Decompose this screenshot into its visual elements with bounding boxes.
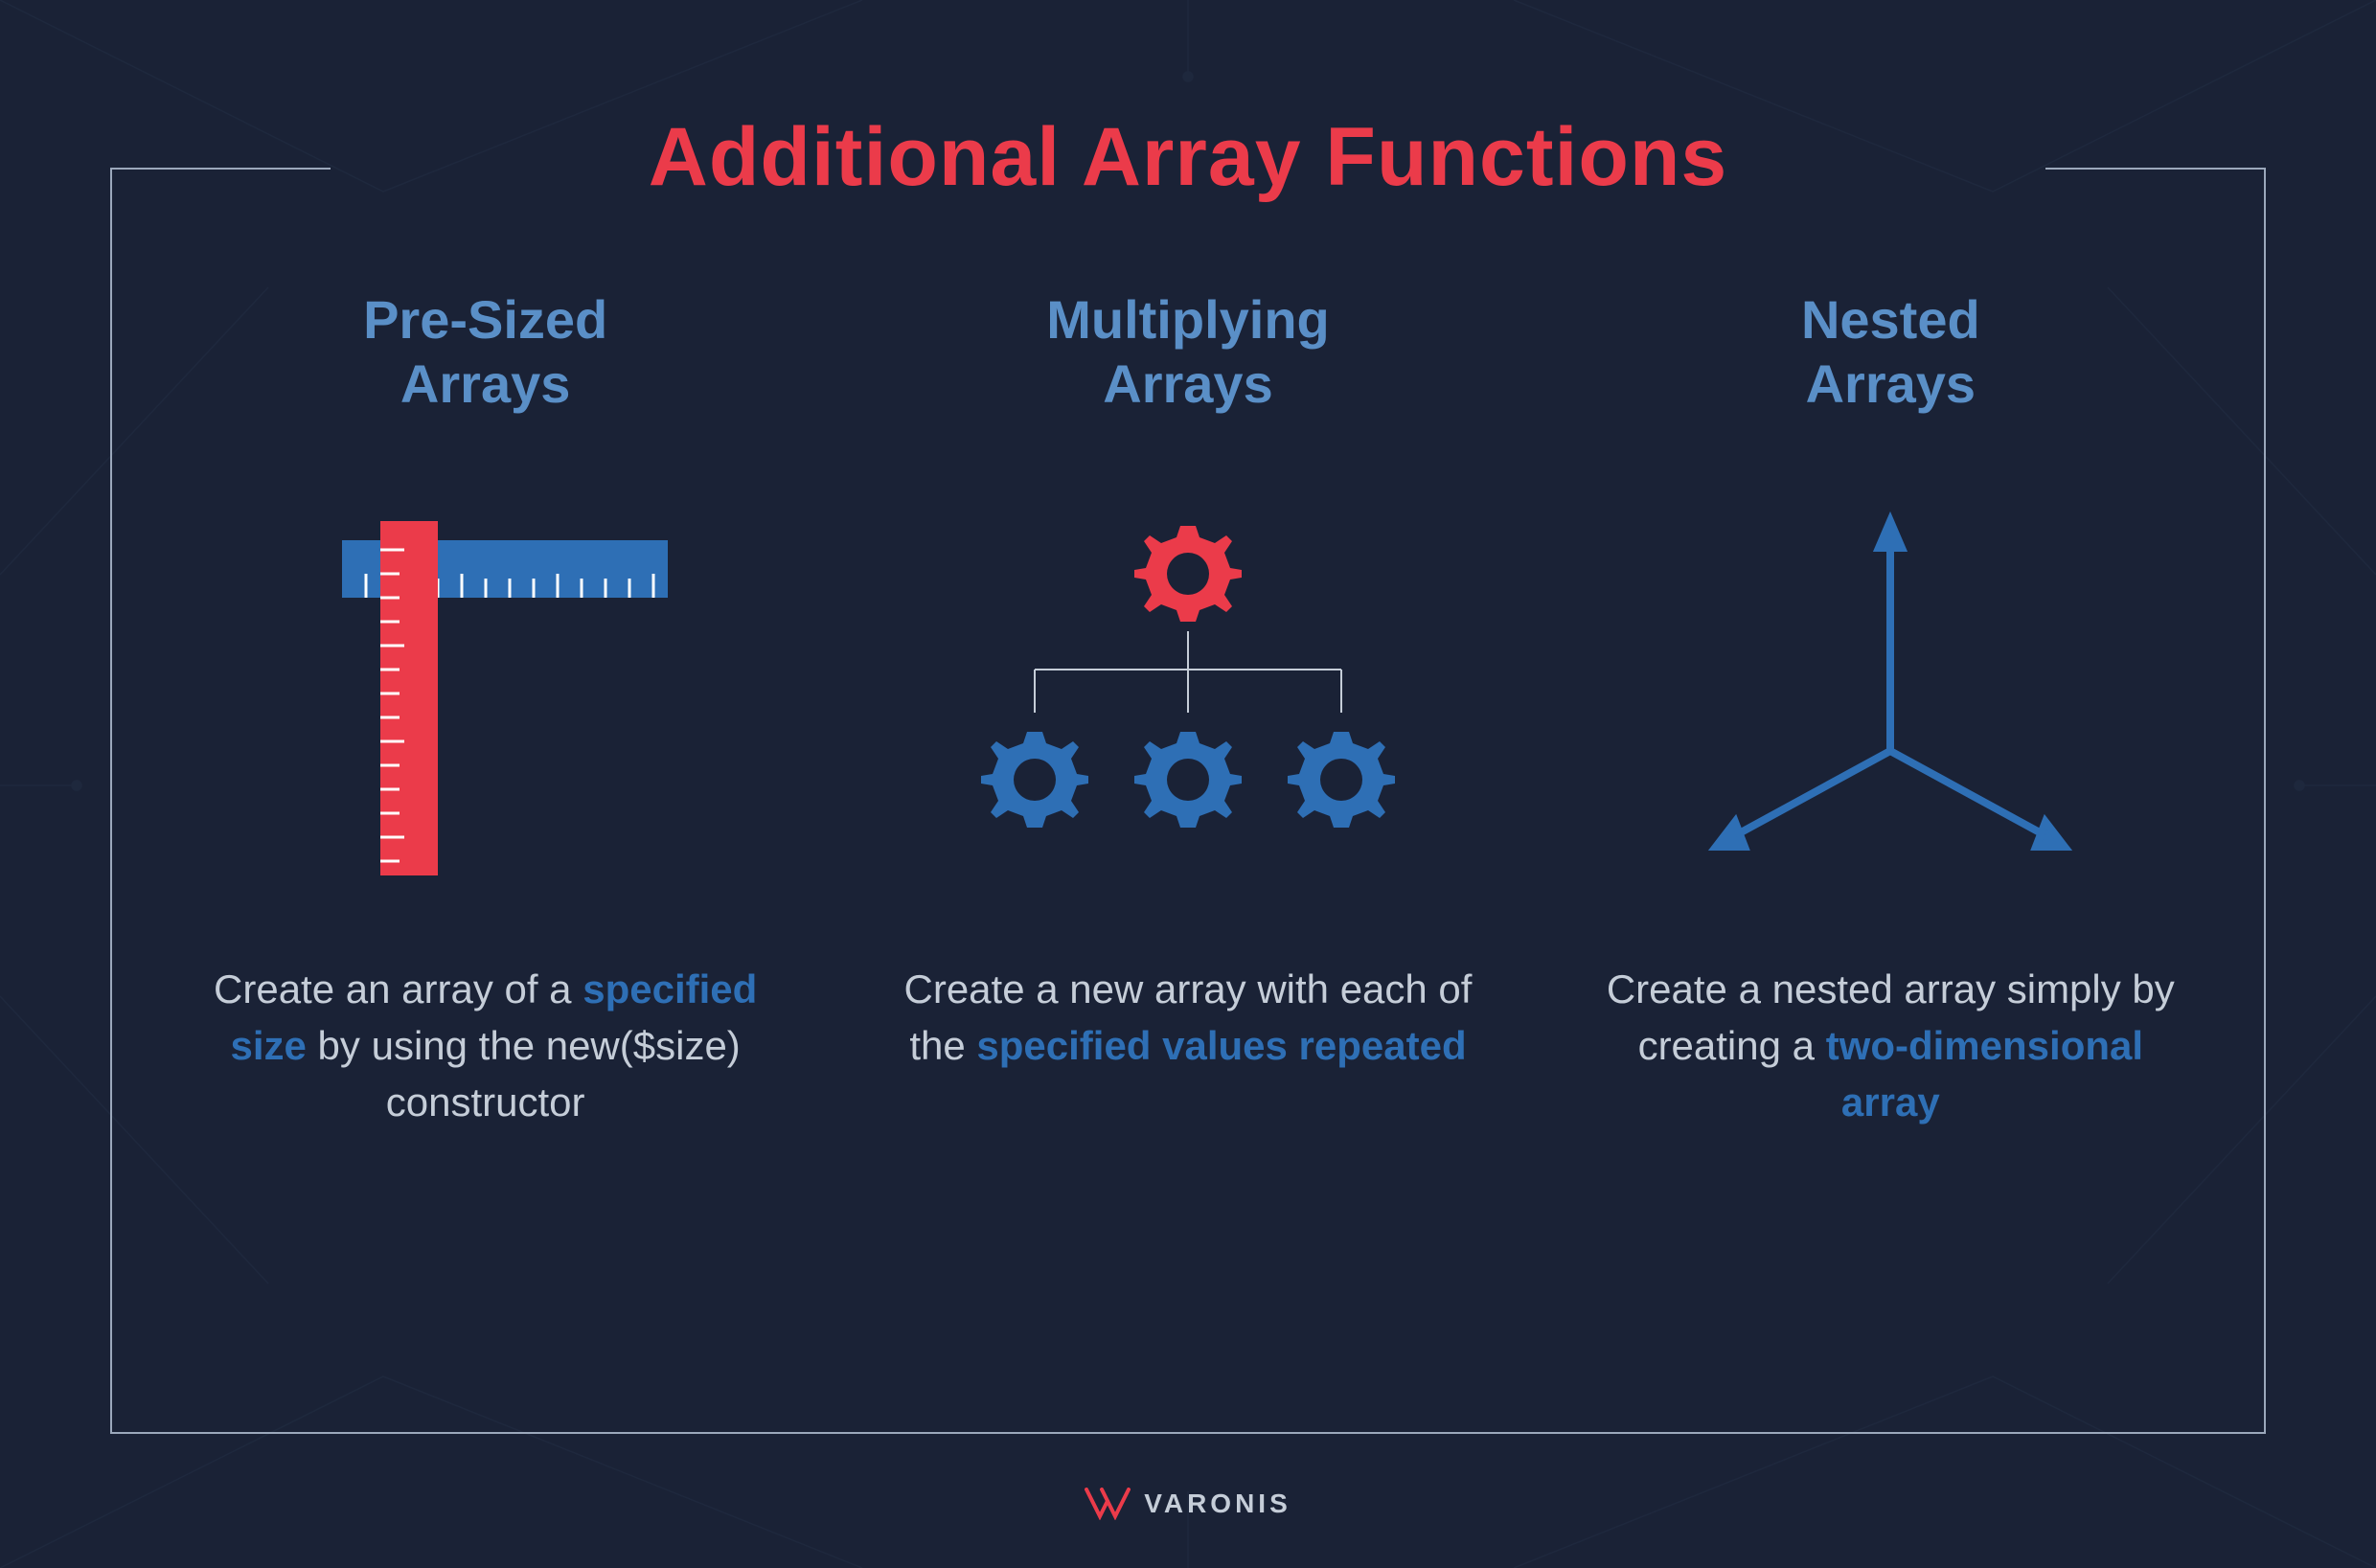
- gears-icon: [939, 492, 1437, 895]
- ruler-icon: [285, 492, 687, 895]
- column-pre-sized: Pre-Sized Arrays: [163, 287, 808, 1131]
- column-heading: Nested Arrays: [1801, 287, 1980, 416]
- page-title: Additional Array Functions: [0, 110, 2376, 205]
- varonis-logo-icon: [1085, 1488, 1132, 1520]
- column-description: Create a new array with each of the spec…: [881, 962, 1495, 1075]
- column-description: Create a nested array simply by creating…: [1584, 962, 2197, 1130]
- column-nested: Nested Arrays Create a nested array s: [1568, 287, 2213, 1131]
- column-description: Create an array of a specified size by u…: [179, 962, 792, 1130]
- axes-icon: [1679, 492, 2101, 895]
- column-multiplying: Multiplying Arrays: [865, 287, 1510, 1131]
- varonis-logo: VARONIS: [0, 1488, 2376, 1520]
- columns-container: Pre-Sized Arrays: [163, 287, 2213, 1131]
- column-heading: Pre-Sized Arrays: [363, 287, 607, 416]
- column-heading: Multiplying Arrays: [1046, 287, 1330, 416]
- varonis-logo-text: VARONIS: [1144, 1488, 1291, 1519]
